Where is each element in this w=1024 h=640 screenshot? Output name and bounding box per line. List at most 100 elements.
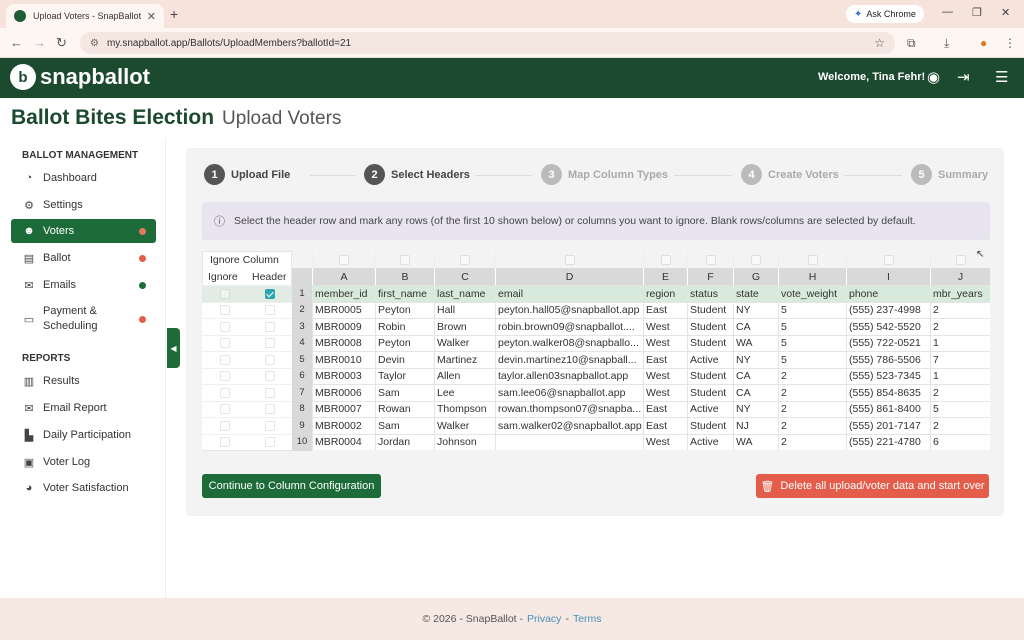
row-ignore-checkbox[interactable] — [202, 367, 247, 384]
minimize-icon[interactable]: — — [942, 6, 953, 18]
sidebar-item-settings[interactable]: ⚙ Settings — [11, 193, 156, 217]
back-icon[interactable]: ← — [10, 35, 23, 50]
table-cell: Hall — [434, 301, 495, 318]
row-number: 2 — [292, 301, 312, 318]
url-bar[interactable]: ⚙ my.snapballot.app/Ballots/UploadMember… — [80, 32, 895, 54]
users-icon: ☻ — [23, 225, 35, 237]
row-header-checkbox[interactable] — [247, 384, 292, 401]
row-ignore-checkbox[interactable] — [202, 433, 247, 450]
ask-chrome-button[interactable]: ✦ Ask Chrome — [846, 5, 924, 23]
logo[interactable]: b snapballot — [10, 64, 150, 90]
row-ignore-checkbox[interactable] — [202, 351, 247, 368]
sidebar-item-voter-log[interactable]: ▣ Voter Log — [11, 450, 156, 474]
sidebar-item-label: Results — [43, 375, 80, 387]
table-cell: 5 — [778, 301, 846, 318]
table-cell: (555) 201-7147 — [846, 417, 930, 434]
table-cell: (555) 542-5520 — [846, 318, 930, 335]
row-ignore-checkbox[interactable] — [202, 301, 247, 318]
user-account-icon[interactable]: ◉ — [927, 68, 940, 86]
extensions-icon[interactable]: ⧉ — [907, 36, 916, 51]
ignore-column-checkbox[interactable] — [846, 251, 930, 268]
ignore-column-checkbox[interactable] — [778, 251, 846, 268]
tab-close-icon[interactable]: ✕ — [147, 10, 156, 23]
status-dot — [139, 315, 146, 323]
column-letter: C — [434, 268, 495, 285]
table-cell: MBR0002 — [312, 417, 375, 434]
table-cell: peyton.walker08@snapballo... — [495, 334, 643, 351]
row-header-checkbox[interactable] — [247, 417, 292, 434]
row-ignore-checkbox[interactable] — [202, 334, 247, 351]
url-text: my.snapballot.app/Ballots/UploadMembers?… — [106, 37, 352, 49]
credit-card-icon: ▭ — [23, 313, 35, 326]
favicon-icon — [14, 10, 26, 22]
new-tab-button[interactable]: + — [170, 6, 178, 22]
delete-button-label: Delete all upload/voter data and start o… — [780, 480, 985, 492]
row-ignore-checkbox[interactable] — [202, 417, 247, 434]
browser-tab[interactable]: Upload Voters - SnapBallot ✕ — [6, 4, 164, 28]
table-cell: Devin — [375, 351, 434, 368]
sidebar-item-voter-satisfaction[interactable]: ◕ Voter Satisfaction — [11, 476, 156, 500]
ignore-column-checkbox[interactable] — [687, 251, 733, 268]
close-window-icon[interactable]: ✕ — [1001, 6, 1010, 19]
table-cell: Student — [687, 417, 733, 434]
terms-link[interactable]: Terms — [573, 613, 602, 625]
sidebar-item-results[interactable]: ▥ Results — [11, 369, 156, 393]
forward-icon[interactable]: → — [33, 35, 46, 50]
bookmark-star-icon[interactable]: ☆ — [874, 36, 885, 50]
sidebar-item-dashboard[interactable]: ◔ Dashboard — [11, 166, 156, 190]
row-ignore-checkbox[interactable] — [202, 384, 247, 401]
table-cell: Student — [687, 367, 733, 384]
reload-icon[interactable]: ↻ — [56, 35, 67, 51]
sidebar-item-label: Voter Log — [43, 456, 91, 468]
ignore-label: Ignore — [208, 271, 238, 283]
row-header-checkbox[interactable] — [247, 285, 292, 302]
row-header-checkbox[interactable] — [247, 301, 292, 318]
download-icon[interactable]: ⤓ — [944, 36, 949, 51]
table-cell: 2 — [778, 384, 846, 401]
profile-dot-icon[interactable]: ● — [980, 36, 987, 50]
privacy-link[interactable]: Privacy — [527, 613, 561, 625]
status-dot — [139, 254, 146, 262]
ignore-column-checkbox[interactable] — [434, 251, 495, 268]
site-info-icon[interactable]: ⚙ — [90, 38, 99, 49]
ignore-column-checkbox[interactable] — [643, 251, 687, 268]
row-ignore-checkbox[interactable] — [202, 285, 247, 302]
row-ignore-checkbox[interactable] — [202, 400, 247, 417]
chrome-menu-icon[interactable]: ⋮ — [1004, 36, 1016, 50]
sidebar-collapse-button[interactable]: ◀ — [167, 328, 180, 368]
chart-icon: ▙ — [24, 429, 34, 442]
table-cell: (555) 221-4780 — [846, 433, 930, 450]
sidebar-item-label: Ballot — [43, 252, 71, 264]
row-number: 8 — [292, 400, 312, 417]
continue-button[interactable]: Continue to Column Configuration — [202, 474, 381, 498]
table-cell: 2 — [778, 400, 846, 417]
column-letter: F — [687, 268, 733, 285]
delete-all-button[interactable]: 🗑 Delete all upload/voter data and start… — [756, 474, 989, 498]
row-header-checkbox[interactable] — [247, 433, 292, 450]
ignore-column-checkbox[interactable] — [375, 251, 434, 268]
table-cell: MBR0007 — [312, 400, 375, 417]
sidebar-item-voters[interactable]: ☻ Voters — [11, 219, 156, 243]
row-header-checkbox[interactable] — [247, 318, 292, 335]
sidebar-item-emails[interactable]: ✉ Emails — [11, 273, 156, 297]
mouse-cursor-icon: ↖ — [976, 249, 985, 260]
ignore-column-checkbox[interactable] — [312, 251, 375, 268]
row-header-checkbox[interactable] — [247, 400, 292, 417]
ignore-column-checkbox[interactable] — [495, 251, 643, 268]
hamburger-menu-icon[interactable]: ☰ — [995, 68, 1008, 86]
sidebar-item-ballot[interactable]: ▤ Ballot — [11, 246, 156, 270]
ignore-column-checkbox[interactable] — [733, 251, 778, 268]
sidebar-item-daily-participation[interactable]: ▙ Daily Participation — [11, 423, 156, 447]
table-cell: 2 — [778, 367, 846, 384]
table-cell: 2 — [930, 301, 990, 318]
sidebar-item-payment[interactable]: ▭ Payment & Scheduling — [11, 302, 156, 336]
row-ignore-checkbox[interactable] — [202, 318, 247, 335]
column-letter: A — [312, 268, 375, 285]
row-header-checkbox[interactable] — [247, 334, 292, 351]
row-header-checkbox[interactable] — [247, 367, 292, 384]
row-header-checkbox[interactable] — [247, 351, 292, 368]
sidebar-item-email-report[interactable]: ✉ Email Report — [11, 396, 156, 420]
maximize-icon[interactable]: ❐ — [972, 6, 982, 19]
step-upload-file: 1 Upload File — [204, 164, 290, 185]
logout-icon[interactable]: ⇥ — [957, 68, 970, 86]
